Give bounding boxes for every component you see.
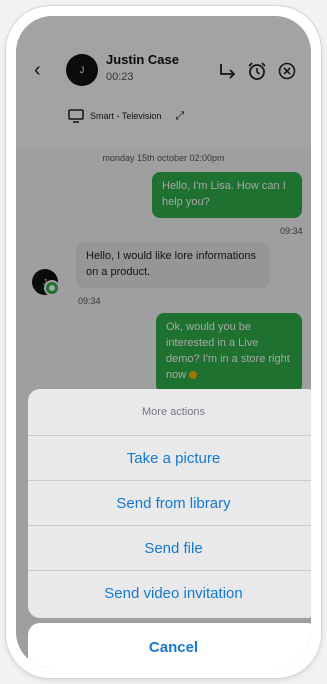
send-from-library-button[interactable]: Send from library [28,481,311,526]
send-video-invitation-button[interactable]: Send video invitation [28,571,311,616]
cancel-button[interactable]: Cancel [28,623,311,668]
action-sheet: More actions Take a picture Send from li… [28,389,311,618]
send-file-button[interactable]: Send file [28,526,311,571]
action-sheet-title: More actions [28,389,311,436]
phone-frame: ‹ J Justin Case 00:23 Smart - Television… [6,6,321,678]
screen: ‹ J Justin Case 00:23 Smart - Television… [16,16,311,668]
take-picture-button[interactable]: Take a picture [28,436,311,481]
